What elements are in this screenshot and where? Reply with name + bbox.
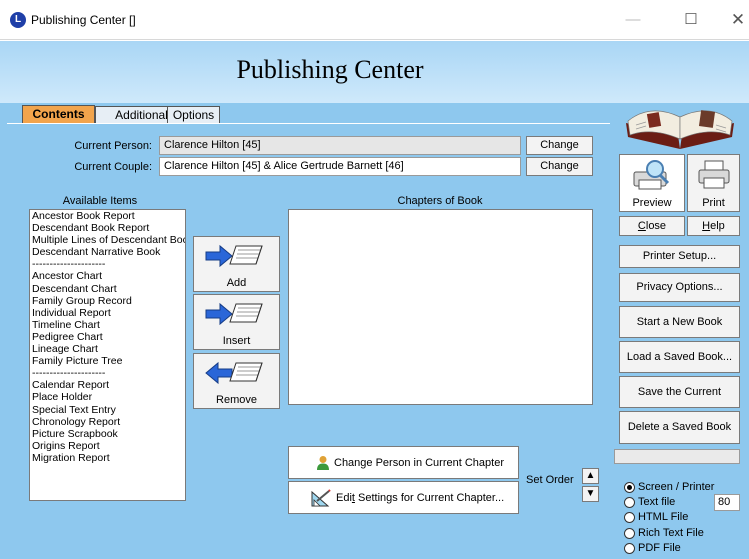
change-person-button[interactable]: Change (526, 136, 593, 155)
radio-icon (624, 496, 635, 508)
list-item[interactable]: Pedigree Chart (30, 331, 185, 343)
person-icon (317, 456, 329, 470)
minimize-button[interactable]: — (610, 5, 656, 35)
printer-setup-button[interactable]: Printer Setup... (619, 245, 740, 268)
text-width-input[interactable]: 80 (714, 494, 740, 511)
chapters-list[interactable] (288, 209, 593, 405)
add-to-book-icon (205, 244, 263, 268)
print-button[interactable]: Print (687, 154, 740, 212)
list-item[interactable]: Ancestor Chart (30, 270, 185, 282)
print-label: Print (702, 197, 725, 209)
output-text-file-option[interactable]: Text file (624, 496, 675, 509)
edit-chapter-settings-label: Edit Settings for Current Chapter... (336, 492, 505, 504)
output-rich-text-file-option[interactable]: Rich Text File (624, 527, 704, 540)
close-window-button[interactable]: ✕ (715, 5, 749, 35)
list-item[interactable]: Picture Scrapbook (30, 428, 185, 440)
chapters-heading: Chapters of Book (397, 195, 483, 207)
available-items-list[interactable]: Ancestor Book Report Descendant Book Rep… (29, 209, 186, 501)
print-preview-icon (633, 160, 670, 190)
open-book-icon (626, 110, 734, 149)
insert-chapter-icon (205, 302, 263, 326)
radio-icon (624, 511, 635, 523)
change-person-in-chapter-button[interactable]: Change Person in Current Chapter (288, 446, 519, 479)
list-item[interactable]: Ancestor Book Report (30, 210, 185, 222)
list-item[interactable]: Multiple Lines of Descendant Boc (30, 234, 185, 246)
move-down-button[interactable]: ▼ (582, 486, 599, 502)
edit-chapter-settings-button[interactable]: Edit Settings for Current Chapter... (288, 481, 519, 514)
list-item[interactable]: Timeline Chart (30, 319, 185, 331)
list-item[interactable]: Descendant Chart (30, 283, 185, 295)
remove-chapter-icon (204, 361, 263, 385)
settings-ruler-icon (311, 489, 331, 507)
list-item[interactable]: --------------------- (30, 367, 185, 379)
list-item[interactable]: Lineage Chart (30, 343, 185, 355)
add-button-label: Add (226, 277, 247, 289)
maximize-button[interactable]: ☐ (668, 5, 714, 35)
tab-contents[interactable]: Contents (22, 105, 95, 125)
list-item[interactable]: Family Picture Tree (30, 355, 185, 367)
list-item[interactable]: Origins Report (30, 440, 185, 452)
list-item[interactable]: Migration Report (30, 452, 185, 464)
remove-button-label: Remove (216, 394, 257, 406)
change-couple-button[interactable]: Change (526, 157, 593, 176)
list-item[interactable]: Chronology Report (30, 416, 185, 428)
radio-selected-icon (624, 481, 635, 493)
privacy-options-button[interactable]: Privacy Options... (619, 273, 740, 302)
status-field (614, 449, 740, 464)
list-item[interactable]: Special Text Entry (30, 404, 185, 416)
current-couple-field: Clarence Hilton [45] & Alice Gertrude Ba… (159, 157, 521, 176)
page-title: Publishing Center (236, 55, 424, 84)
output-pdf-file-option[interactable]: PDF File (624, 542, 681, 555)
save-current-book-button[interactable]: Save the Current Book... (619, 376, 740, 428)
current-person-label: Current Person: (74, 140, 152, 152)
delete-saved-book-button[interactable]: Delete a Saved Book (619, 411, 740, 444)
change-person-in-chapter-label: Change Person in Current Chapter (334, 457, 504, 469)
list-item[interactable]: Family Group Record (30, 295, 185, 307)
help-button[interactable]: Help (687, 216, 740, 236)
load-saved-book-button[interactable]: Load a Saved Book... (619, 341, 740, 373)
insert-button-label: Insert (222, 335, 251, 347)
list-item[interactable]: --------------------- (30, 258, 185, 270)
start-new-book-button[interactable]: Start a New Book (619, 306, 740, 338)
radio-icon (624, 527, 635, 539)
preview-label: Preview (632, 197, 672, 209)
output-html-file-option[interactable]: HTML File (624, 511, 688, 524)
window-title: Publishing Center [] (31, 13, 136, 27)
output-screen-printer-option[interactable]: Screen / Printer (624, 481, 714, 494)
set-order-label: Set Order (526, 474, 574, 486)
title-bar: L Publishing Center [] — ☐ ✕ (0, 0, 749, 40)
add-button[interactable]: Add (193, 236, 280, 292)
current-person-field: Clarence Hilton [45] (159, 136, 521, 155)
list-item[interactable]: Descendant Book Report (30, 222, 185, 234)
printer-icon (698, 160, 729, 189)
remove-button[interactable]: Remove (193, 353, 280, 409)
preview-button[interactable]: Preview (619, 154, 685, 212)
insert-button[interactable]: Insert (193, 294, 280, 350)
app-logo-icon: L (10, 12, 26, 28)
radio-icon (624, 542, 635, 554)
list-item[interactable]: Individual Report (30, 307, 185, 319)
move-up-button[interactable]: ▲ (582, 468, 599, 484)
list-item[interactable]: Descendant Narrative Book (30, 246, 185, 258)
current-couple-label: Current Couple: (74, 161, 152, 173)
list-item[interactable]: Calendar Report (30, 379, 185, 391)
available-items-heading: Available Items (62, 195, 138, 207)
close-button[interactable]: Close (619, 216, 685, 236)
list-item[interactable]: Place Holder (30, 391, 185, 403)
